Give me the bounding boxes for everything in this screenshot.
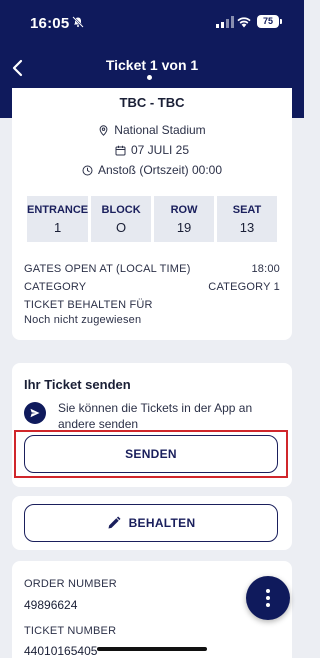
- box-value: 13: [239, 219, 255, 235]
- category-row: CATEGORY CATEGORY 1: [24, 281, 280, 293]
- keep-button-label: BEHALTEN: [128, 516, 196, 530]
- ticket-card: TBC - TBC National Stadium 07 JULI 25 An…: [12, 88, 292, 340]
- seat-info-boxes: ENTRANCE 1 BLOCK O ROW 19 SEAT 13: [27, 196, 277, 242]
- detail-label: CATEGORY: [24, 281, 87, 293]
- bell-muted-icon: [72, 16, 84, 28]
- box-label: ROW: [170, 203, 198, 216]
- order-number-label: ORDER NUMBER: [24, 578, 117, 590]
- holder-label: TICKET BEHALTEN FÜR: [24, 299, 153, 311]
- block-box: BLOCK O: [91, 196, 152, 242]
- wifi-icon: [237, 17, 251, 28]
- holder-label-row: TICKET BEHALTEN FÜR: [24, 299, 280, 311]
- seat-box: SEAT 13: [217, 196, 277, 242]
- box-label: BLOCK: [101, 203, 141, 216]
- date-line: 07 JULI 25: [12, 143, 292, 157]
- ticket-number-value: 44010165405: [24, 644, 98, 658]
- kickoff-line: Anstoß (Ortszeit) 00:00: [12, 163, 292, 177]
- keep-button[interactable]: BEHALTEN: [24, 504, 278, 542]
- more-dot-icon: [266, 596, 270, 600]
- box-label: ENTRANCE: [27, 203, 89, 216]
- detail-label: GATES OPEN AT (LOCAL TIME): [24, 263, 191, 275]
- home-indicator[interactable]: [97, 647, 207, 651]
- more-dot-icon: [266, 603, 270, 607]
- holder-value-row: Noch nicht zugewiesen: [24, 314, 280, 326]
- more-options-button[interactable]: [246, 576, 290, 620]
- box-value: O: [116, 219, 127, 235]
- row-box: ROW 19: [154, 196, 215, 242]
- page-indicator-dot: [147, 75, 152, 80]
- kickoff-text: Anstoß (Ortszeit) 00:00: [97, 163, 223, 177]
- send-icon: [24, 402, 46, 424]
- match-title: TBC - TBC: [119, 95, 185, 110]
- ticket-number-label: TICKET NUMBER: [24, 625, 117, 637]
- status-bar: 16:05 75: [0, 0, 304, 44]
- calendar-icon: [115, 145, 126, 155]
- status-time: 16:05: [30, 15, 70, 32]
- battery-icon: 75: [257, 15, 279, 28]
- date-text: 07 JULI 25: [130, 143, 190, 157]
- detail-value: 18:00: [251, 263, 280, 275]
- holder-value: Noch nicht zugewiesen: [24, 314, 142, 326]
- pencil-icon: [108, 516, 121, 529]
- location-pin-icon: [99, 124, 108, 136]
- send-title: Ihr Ticket senden: [24, 377, 131, 392]
- clock-icon: [82, 165, 93, 175]
- highlight-box: [14, 430, 288, 478]
- detail-value: CATEGORY 1: [208, 281, 280, 293]
- entrance-box: ENTRANCE 1: [27, 196, 89, 242]
- page-title: Ticket 1 von 1: [105, 57, 199, 73]
- venue-text: National Stadium: [114, 123, 206, 137]
- gates-open-row: GATES OPEN AT (LOCAL TIME) 18:00: [24, 263, 280, 275]
- signal-icon: [216, 16, 234, 28]
- box-label: SEAT: [232, 203, 262, 216]
- box-value: 19: [176, 219, 192, 235]
- order-number-value: 49896624: [24, 598, 78, 612]
- venue-line: National Stadium: [12, 123, 292, 137]
- send-description: Sie können die Tickets in der App an and…: [58, 401, 253, 431]
- paper-plane-icon: [30, 408, 40, 418]
- keep-ticket-card: BEHALTEN: [12, 496, 292, 550]
- more-dot-icon: [266, 589, 270, 593]
- battery-tip: [280, 19, 282, 24]
- box-value: 1: [53, 219, 62, 235]
